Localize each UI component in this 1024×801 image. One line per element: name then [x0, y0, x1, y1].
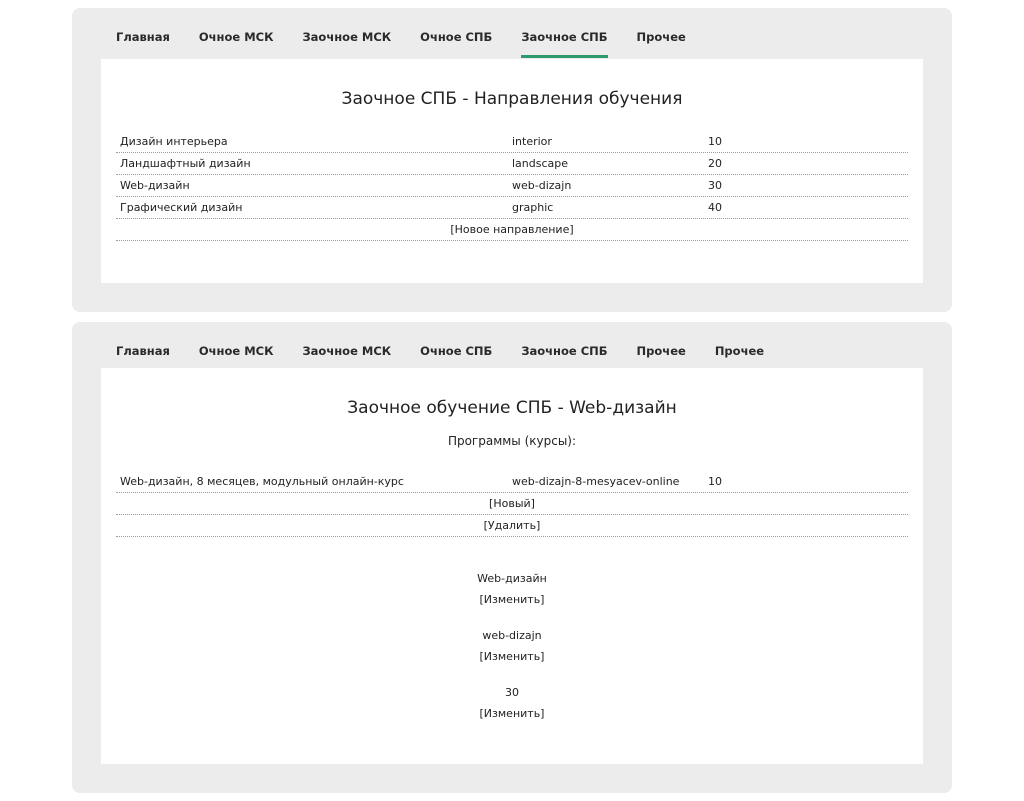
directions-table: Дизайн интерьера interior 10 Ландшафтный…	[116, 131, 908, 241]
programs-subtitle: Программы (курсы):	[447, 434, 577, 448]
direction-order: 30	[708, 179, 722, 192]
program-slug: web-dizajn-8-mesyacev-online	[512, 475, 680, 488]
direction-slug: interior	[512, 135, 552, 148]
table-row[interactable]: Ландшафтный дизайн landscape 20	[116, 153, 908, 175]
page-title: Заочное обучение СПБ - Web-дизайн	[347, 398, 677, 418]
page-title: Заочное СПБ - Направления обучения	[341, 89, 683, 109]
field-order-value: 30	[505, 686, 519, 699]
tab-fulltime-msk[interactable]: Очное МСК	[199, 322, 274, 374]
table-row[interactable]: Web-дизайн, 8 месяцев, модульный онлайн-…	[116, 471, 908, 493]
tab-distance-spb[interactable]: Заочное СПБ	[521, 8, 608, 60]
new-program-row: [Новый]	[116, 493, 908, 515]
tab-fulltime-spb[interactable]: Очное СПБ	[420, 8, 492, 60]
tab-other[interactable]: Прочее	[637, 8, 686, 60]
delete-row: [Удалить]	[116, 515, 908, 537]
delete-link[interactable]: [Удалить]	[484, 519, 541, 532]
direction-slug: landscape	[512, 157, 569, 170]
tab-other[interactable]: Прочее	[637, 322, 686, 374]
edit-order-link[interactable]: [Изменить]	[480, 707, 545, 720]
program-name: Web-дизайн, 8 месяцев, модульный онлайн-…	[120, 475, 404, 488]
tab-other-2[interactable]: Прочее	[715, 322, 764, 374]
content-area: Заочное СПБ - Направления обучения Дизай…	[101, 59, 923, 283]
tab-distance-msk[interactable]: Заочное МСК	[303, 322, 392, 374]
direction-order: 10	[708, 135, 722, 148]
direction-slug: graphic	[512, 201, 554, 214]
tab-fulltime-msk[interactable]: Очное МСК	[199, 8, 274, 60]
tab-distance-msk[interactable]: Заочное МСК	[303, 8, 392, 60]
direction-order: 40	[708, 201, 722, 214]
tab-home[interactable]: Главная	[116, 8, 170, 60]
table-row[interactable]: Web-дизайн web-dizajn 30	[116, 175, 908, 197]
program-order: 10	[708, 475, 722, 488]
new-direction-row: [Новое направление]	[116, 219, 908, 241]
direction-name: Графический дизайн	[120, 201, 243, 214]
field-name-value: Web-дизайн	[477, 572, 547, 585]
table-row[interactable]: Графический дизайн graphic 40	[116, 197, 908, 219]
direction-name: Web-дизайн	[120, 179, 190, 192]
nav-tabs: Главная Очное МСК Заочное МСК Очное СПБ …	[116, 322, 793, 374]
new-direction-link[interactable]: [Новое направление]	[450, 223, 573, 236]
edit-slug-link[interactable]: [Изменить]	[480, 650, 545, 663]
course-panel: Главная Очное МСК Заочное МСК Очное СПБ …	[72, 322, 952, 793]
direction-slug: web-dizajn	[512, 179, 572, 192]
nav-tabs: Главная Очное МСК Заочное МСК Очное СПБ …	[116, 8, 715, 60]
direction-name: Дизайн интерьера	[120, 135, 228, 148]
direction-order: 20	[708, 157, 722, 170]
tab-fulltime-spb[interactable]: Очное СПБ	[420, 322, 492, 374]
tab-home[interactable]: Главная	[116, 322, 170, 374]
field-slug-edit-wrap: [Изменить]	[101, 650, 923, 663]
field-slug-value: web-dizajn	[482, 629, 542, 642]
programs-table: Web-дизайн, 8 месяцев, модульный онлайн-…	[116, 471, 908, 537]
direction-name: Ландшафтный дизайн	[120, 157, 251, 170]
edit-name-link[interactable]: [Изменить]	[480, 593, 545, 606]
directions-panel: Главная Очное МСК Заочное МСК Очное СПБ …	[72, 8, 952, 312]
field-name-edit-wrap: [Изменить]	[101, 593, 923, 606]
table-row[interactable]: Дизайн интерьера interior 10	[116, 131, 908, 153]
field-order-edit-wrap: [Изменить]	[101, 707, 923, 720]
tab-distance-spb[interactable]: Заочное СПБ	[521, 322, 607, 374]
new-program-link[interactable]: [Новый]	[489, 497, 535, 510]
content-area: Заочное обучение СПБ - Web-дизайн Програ…	[101, 368, 923, 764]
